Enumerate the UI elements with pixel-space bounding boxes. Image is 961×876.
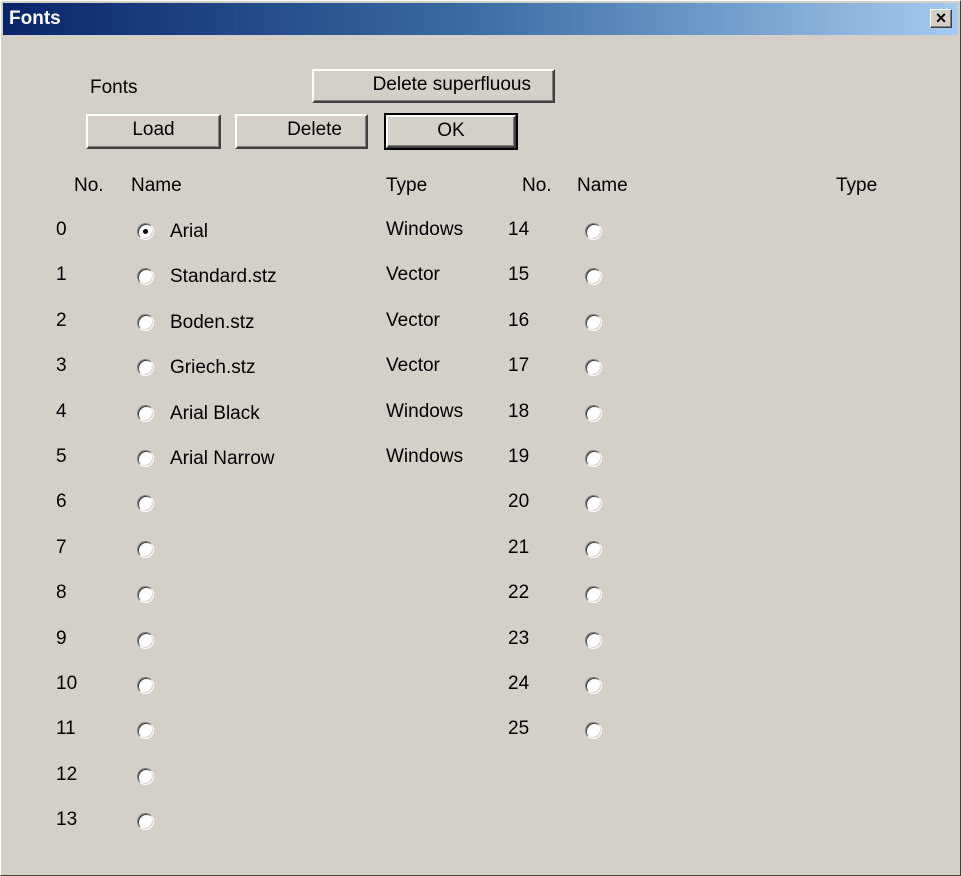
font-number: 12 xyxy=(56,763,78,785)
font-number: 5 xyxy=(56,446,67,467)
font-number: 13 xyxy=(56,809,78,831)
font-radio[interactable] xyxy=(137,359,154,377)
font-number: 24 xyxy=(508,673,530,694)
delete-superfluous-button[interactable]: Delete superfluous xyxy=(312,69,555,103)
font-number: 19 xyxy=(508,446,530,467)
font-type: Vector xyxy=(386,355,440,377)
header-no-right: No. xyxy=(522,175,552,196)
font-number: 23 xyxy=(508,627,530,649)
font-radio[interactable] xyxy=(137,586,154,604)
header-name-right: Name xyxy=(577,175,628,196)
window-title: Fonts xyxy=(9,8,61,29)
font-radio[interactable] xyxy=(137,223,154,240)
font-radio[interactable] xyxy=(585,495,602,513)
font-number: 3 xyxy=(56,355,67,377)
font-radio[interactable] xyxy=(585,722,602,740)
font-radio[interactable] xyxy=(137,495,154,513)
font-radio[interactable] xyxy=(585,540,602,558)
font-radio[interactable] xyxy=(585,313,602,331)
title-bar: Fonts × xyxy=(3,3,958,35)
font-radio[interactable] xyxy=(137,677,154,694)
font-radio[interactable] xyxy=(585,450,602,467)
font-radio[interactable] xyxy=(137,631,154,649)
font-number: 6 xyxy=(56,491,67,513)
font-number: 7 xyxy=(56,536,67,558)
font-number: 4 xyxy=(56,400,67,422)
font-number: 0 xyxy=(56,219,67,240)
header-name-left: Name xyxy=(131,175,182,196)
close-icon: × xyxy=(935,8,947,28)
font-radio[interactable] xyxy=(137,313,154,331)
load-button[interactable]: Load xyxy=(86,114,221,149)
font-radio[interactable] xyxy=(585,404,602,422)
font-number: 18 xyxy=(508,400,530,422)
font-radio[interactable] xyxy=(585,631,602,649)
font-radio[interactable] xyxy=(585,268,602,286)
font-name: Arial Narrow xyxy=(170,448,275,469)
font-type: Windows xyxy=(386,219,464,240)
font-radio[interactable] xyxy=(585,586,602,604)
font-number: 21 xyxy=(508,536,530,558)
font-number: 14 xyxy=(508,219,530,240)
font-number: 16 xyxy=(508,309,530,331)
fonts-label: Fonts xyxy=(90,77,138,98)
font-radio[interactable] xyxy=(585,223,602,240)
font-number: 11 xyxy=(56,718,76,740)
font-radio[interactable] xyxy=(137,450,154,467)
font-name: Griech.stz xyxy=(170,357,256,379)
font-radio[interactable] xyxy=(137,813,154,831)
font-radio[interactable] xyxy=(585,359,602,377)
font-name: Boden.stz xyxy=(170,311,255,333)
close-button[interactable]: × xyxy=(930,9,952,28)
font-number: 8 xyxy=(56,582,67,604)
font-radio[interactable] xyxy=(137,767,154,785)
font-number: 2 xyxy=(56,309,67,331)
ok-button[interactable]: OK xyxy=(384,113,518,150)
font-radio[interactable] xyxy=(585,677,602,694)
font-name: Arial xyxy=(170,221,209,242)
font-number: 20 xyxy=(508,491,530,513)
font-number: 17 xyxy=(508,355,530,377)
font-number: 1 xyxy=(56,264,67,286)
fonts-dialog: Fonts × Fonts Delete superfluous Load De… xyxy=(0,0,961,876)
font-radio[interactable] xyxy=(137,540,154,558)
font-number: 25 xyxy=(508,718,530,740)
header-type-left: Type xyxy=(386,175,428,196)
font-type: Windows xyxy=(386,400,464,422)
font-number: 9 xyxy=(56,627,67,649)
header-no-left: No. xyxy=(74,175,104,196)
font-radio[interactable] xyxy=(137,722,154,740)
font-radio[interactable] xyxy=(137,404,154,422)
font-radio[interactable] xyxy=(137,268,154,286)
font-type: Windows xyxy=(386,446,464,467)
font-type: Vector xyxy=(386,264,440,286)
delete-button[interactable]: Delete xyxy=(235,114,368,149)
font-number: 22 xyxy=(508,582,530,604)
font-number: 10 xyxy=(56,673,78,694)
header-type-right: Type xyxy=(836,175,878,196)
font-number: 15 xyxy=(508,264,530,286)
font-name: Arial Black xyxy=(170,402,260,424)
font-name: Standard.stz xyxy=(170,266,277,288)
font-type: Vector xyxy=(386,309,440,331)
